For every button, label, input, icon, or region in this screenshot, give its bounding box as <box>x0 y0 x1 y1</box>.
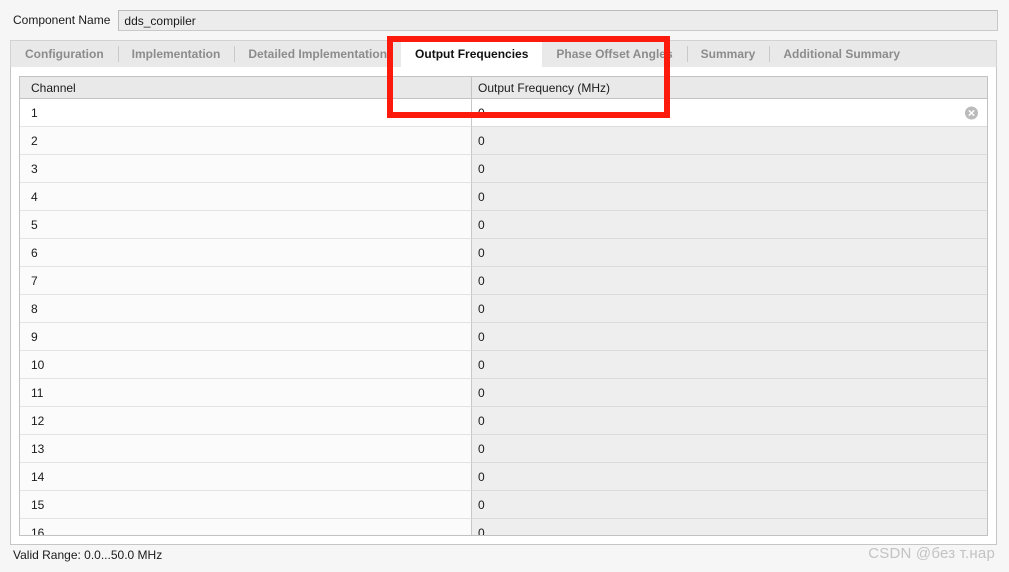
valid-range-status: Valid Range: 0.0...50.0 MHz <box>13 548 163 562</box>
cell-output-frequency-value: 0 <box>478 441 485 456</box>
cell-output-frequency-value: 0 <box>478 357 485 372</box>
table-row[interactable]: 60 <box>20 239 987 267</box>
cell-channel[interactable]: 13 <box>20 435 471 463</box>
cell-output-frequency-value: 0 <box>478 105 485 120</box>
cell-output-frequency[interactable]: 0 <box>471 435 987 463</box>
tab-summary[interactable]: Summary <box>686 41 770 67</box>
cell-channel[interactable]: 16 <box>20 519 471 535</box>
cell-output-frequency[interactable]: 0 <box>471 295 987 323</box>
column-header-channel[interactable]: Channel <box>20 77 471 98</box>
table-row[interactable]: 10 0 <box>20 351 987 379</box>
table-row[interactable]: 13 0 <box>20 435 987 463</box>
table-row[interactable]: 90 <box>20 323 987 351</box>
table-header-row: Channel Output Frequency (MHz) <box>20 77 987 99</box>
table-row[interactable]: 14 0 <box>20 463 987 491</box>
cell-channel[interactable]: 7 <box>20 267 471 295</box>
tab-phase-offset-angles[interactable]: Phase Offset Angles <box>542 41 686 67</box>
tab-implementation[interactable]: Implementation <box>117 41 235 67</box>
cell-output-frequency-value: 0 <box>478 133 485 148</box>
table-row[interactable]: 40 <box>20 183 987 211</box>
cell-output-frequency-value: 0 <box>478 385 485 400</box>
cell-output-frequency[interactable]: 0 <box>471 323 987 351</box>
cell-output-frequency-value: 0 <box>478 497 485 512</box>
cell-output-frequency-value: 0 <box>478 245 485 260</box>
cell-output-frequency[interactable]: 0 <box>471 379 987 407</box>
cell-channel[interactable]: 5 <box>20 211 471 239</box>
cell-output-frequency[interactable]: 0 <box>471 239 987 267</box>
cell-channel[interactable]: 8 <box>20 295 471 323</box>
tab-label: Summary <box>700 47 756 61</box>
cell-output-frequency[interactable]: 0 <box>471 99 987 127</box>
component-name-bar: Component Name dds_compiler <box>0 0 1009 40</box>
cell-channel[interactable]: 10 <box>20 351 471 379</box>
cell-output-frequency[interactable]: 0 <box>471 463 987 491</box>
tab-configuration[interactable]: Configuration <box>11 41 118 67</box>
tab-output-frequencies[interactable]: Output Frequencies <box>401 41 543 67</box>
tab-label: Configuration <box>25 47 104 61</box>
cell-output-frequency[interactable]: 0 <box>471 155 987 183</box>
tab-label: Phase Offset Angles <box>556 47 673 61</box>
output-frequencies-table: Channel Output Frequency (MHz) 102030405… <box>19 76 988 536</box>
output-frequencies-panel: Channel Output Frequency (MHz) 102030405… <box>10 67 997 545</box>
component-name-input[interactable]: dds_compiler <box>118 9 998 31</box>
column-header-output-frequency[interactable]: Output Frequency (MHz) <box>471 77 987 98</box>
tab-label: Implementation <box>131 47 221 61</box>
cell-channel[interactable]: 11 <box>20 379 471 407</box>
table-row[interactable]: 10 <box>20 99 987 127</box>
clear-field-icon[interactable] <box>965 106 978 119</box>
cell-output-frequency[interactable]: 0 <box>471 491 987 519</box>
tab-additional-summary[interactable]: Additional Summary <box>769 41 914 67</box>
cell-channel[interactable]: 4 <box>20 183 471 211</box>
tab-label: Additional Summary <box>783 47 901 61</box>
cell-output-frequency-value: 0 <box>478 189 485 204</box>
cell-output-frequency[interactable]: 0 <box>471 351 987 379</box>
table-row[interactable]: 70 <box>20 267 987 295</box>
cell-output-frequency-value: 0 <box>478 217 485 232</box>
table-row[interactable]: 11 0 <box>20 379 987 407</box>
cell-channel[interactable]: 12 <box>20 407 471 435</box>
cell-channel[interactable]: 2 <box>20 127 471 155</box>
tab-label: Detailed Implementation <box>248 47 388 61</box>
cell-output-frequency[interactable]: 0 <box>471 407 987 435</box>
cell-output-frequency[interactable]: 0 <box>471 267 987 295</box>
cell-channel[interactable]: 6 <box>20 239 471 267</box>
cell-output-frequency[interactable]: 0 <box>471 127 987 155</box>
cell-output-frequency-value: 0 <box>478 469 485 484</box>
cell-output-frequency[interactable]: 0 <box>471 519 987 536</box>
cell-channel[interactable]: 15 <box>20 491 471 519</box>
watermark: CSDN @без т.нар <box>868 545 995 562</box>
table-row[interactable]: 16 0 <box>20 519 987 536</box>
cell-output-frequency-value: 0 <box>478 161 485 176</box>
cell-channel[interactable]: 9 <box>20 323 471 351</box>
cell-channel[interactable]: 14 <box>20 463 471 491</box>
tab-label: Output Frequencies <box>415 47 529 61</box>
cell-channel[interactable]: 1 <box>20 99 471 127</box>
cell-output-frequency[interactable]: 0 <box>471 211 987 239</box>
component-name-label: Component Name <box>13 13 111 27</box>
table-row[interactable]: 12 0 <box>20 407 987 435</box>
table-row[interactable]: 50 <box>20 211 987 239</box>
cell-output-frequency[interactable]: 0 <box>471 183 987 211</box>
table-row[interactable]: 30 <box>20 155 987 183</box>
cell-output-frequency-value: 0 <box>478 301 485 316</box>
cell-output-frequency-value: 0 <box>478 329 485 344</box>
tab-bar: Configuration Implementation Detailed Im… <box>10 40 997 68</box>
cell-output-frequency-value: 0 <box>478 273 485 288</box>
cell-output-frequency-value: 0 <box>478 525 485 536</box>
cell-channel[interactable]: 3 <box>20 155 471 183</box>
tab-detailed-implementation[interactable]: Detailed Implementation <box>234 41 401 67</box>
table-row[interactable]: 80 <box>20 295 987 323</box>
table-row[interactable]: 15 0 <box>20 491 987 519</box>
cell-output-frequency-value: 0 <box>478 413 485 428</box>
table-row[interactable]: 20 <box>20 127 987 155</box>
table-body: 1 0 2 0 3 0 4 0 5 0 6 0 7 0 8 0 9 0 10 0 11 0 12 0 13 0 14 0 15 0 16 0 <box>20 99 987 536</box>
